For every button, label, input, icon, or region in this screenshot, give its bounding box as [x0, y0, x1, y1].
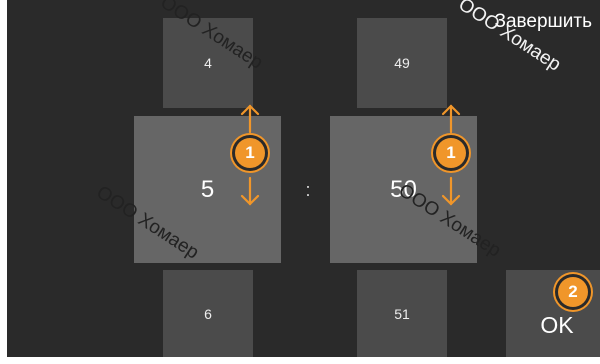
- ok-step-badge: 2: [558, 277, 588, 307]
- hour-next[interactable]: 6: [163, 270, 253, 357]
- hour-previous[interactable]: 4: [163, 18, 253, 108]
- minute-previous[interactable]: 49: [357, 18, 447, 108]
- ok-label: OK: [540, 312, 574, 338]
- finish-button[interactable]: Завершить: [494, 10, 592, 34]
- ok-button[interactable]: OK: [506, 270, 600, 357]
- hour-step-badge: 1: [235, 138, 265, 168]
- time-picker-screen: Завершить 4 5 6 : 49 50 51 OK 1 1 2 ООО …: [0, 0, 600, 364]
- minute-step-badge: 1: [436, 138, 466, 168]
- time-separator: :: [305, 180, 311, 200]
- minute-next[interactable]: 51: [357, 270, 447, 357]
